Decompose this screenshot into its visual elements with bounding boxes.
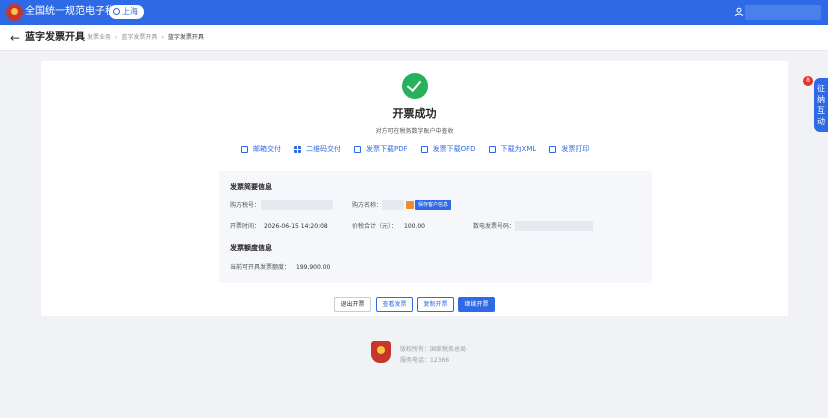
copy-invoice-button[interactable]: 复制开票 [417, 297, 454, 312]
download-ofd-link[interactable]: 发票下载OFD [420, 143, 476, 155]
side-tab-char: 互 [817, 106, 825, 115]
xml-icon [488, 145, 496, 153]
footer-hotline: 服务电话：12366 [400, 357, 450, 364]
side-tab-char: 征 [817, 84, 825, 93]
download-xml-link[interactable]: 下载为XML [488, 143, 537, 155]
breadcrumb-separator: › [161, 34, 164, 41]
footer-copyright: 版权所有：国家税务总局 [400, 346, 467, 353]
side-tab-char: 动 [817, 117, 825, 126]
qrcode-delivery-link[interactable]: 二维码交付 [294, 143, 341, 155]
action-label: 邮箱交付 [253, 145, 281, 153]
notification-badge: 8 [803, 76, 813, 86]
printer-icon [549, 145, 557, 153]
invoice-summary-panel: 发票简要信息 购方税号： 购方名称： 保存客户信息 开票时间： 2026-06-… [219, 171, 652, 283]
national-emblem-icon [371, 341, 391, 363]
breadcrumb-item[interactable]: 发票业务 [87, 34, 111, 41]
exit-issuing-button[interactable]: 退出开票 [334, 297, 371, 312]
region-selector[interactable]: 上海 [109, 5, 144, 19]
quota-info-title: 发票额度信息 [230, 244, 272, 252]
buyer-tax-id-label: 购方税号： [230, 202, 261, 209]
view-invoice-button[interactable]: 查看发票 [376, 297, 413, 312]
available-quota-value: 199,900.00 [296, 264, 331, 271]
top-bar: 全国统一规范电子税务局 上海 [0, 0, 828, 25]
total-amount-label: 价税合计（元）： [352, 223, 398, 230]
qrcode-icon [294, 145, 301, 153]
invoice-number-label: 数电发票号码： [473, 223, 516, 230]
user-name-masked[interactable] [745, 5, 821, 20]
breadcrumb-item[interactable]: 蓝字发票开具 [121, 34, 157, 41]
location-pin-icon [113, 8, 120, 15]
invoice-number-value [515, 221, 593, 231]
mail-icon [241, 145, 248, 153]
print-invoice-link[interactable]: 发票打印 [549, 143, 589, 155]
success-subtitle: 对方可在税务数字账户中查收 [375, 128, 454, 135]
save-customer-button[interactable]: 保存客户信息 [415, 200, 452, 210]
issue-time-value: 2026-06-15 14:20:08 [264, 223, 328, 230]
delivery-actions: 邮箱交付 二维码交付 发票下载PDF 发票下载OFD 下载为XML 发票打印 [241, 143, 602, 155]
breadcrumb-separator: › [115, 34, 118, 41]
action-label: 下载为XML [500, 145, 537, 153]
breadcrumb: 发票业务 › 蓝字发票开具 › 蓝字发票开具 [87, 33, 204, 43]
action-label: 发票打印 [561, 145, 590, 153]
result-card: 开票成功 对方可在税务数字账户中查收 邮箱交付 二维码交付 发票下载PDF 发票… [41, 61, 788, 316]
success-title: 开票成功 [392, 107, 437, 120]
breadcrumb-current: 蓝字发票开具 [167, 34, 204, 41]
action-label: 二维码交付 [306, 145, 341, 153]
tax-bureau-logo-icon [6, 4, 23, 21]
tag-icon [406, 201, 414, 209]
user-icon[interactable] [734, 7, 744, 17]
action-label: 发票下载PDF [366, 145, 408, 153]
total-amount-value: 100.00 [404, 223, 425, 230]
region-label: 上海 [122, 7, 138, 16]
continue-issuing-button[interactable]: 继续开票 [458, 297, 495, 312]
page-title: 蓝字发票开具 [25, 32, 85, 43]
side-tab-char: 纳 [817, 95, 825, 104]
issue-time-label: 开票时间： [230, 223, 261, 230]
invoice-info-title: 发票简要信息 [230, 183, 272, 191]
ofd-icon [420, 145, 428, 153]
action-label: 发票下载OFD [432, 145, 476, 153]
buyer-tax-id-value [261, 200, 333, 210]
page-header: ← 蓝字发票开具 发票业务 › 蓝字发票开具 › 蓝字发票开具 [0, 25, 828, 51]
back-arrow-icon[interactable]: ← [8, 31, 22, 45]
interaction-side-tab[interactable]: 征 纳 互 动 [814, 78, 828, 132]
success-check-icon [402, 73, 428, 99]
pdf-icon [354, 145, 361, 153]
available-quota-label: 当前可开具发票额度： [230, 264, 291, 271]
buyer-name-value [382, 200, 404, 210]
email-delivery-link[interactable]: 邮箱交付 [241, 143, 281, 155]
download-pdf-link[interactable]: 发票下载PDF [354, 143, 408, 155]
buyer-name-label: 购方名称： [352, 202, 383, 209]
